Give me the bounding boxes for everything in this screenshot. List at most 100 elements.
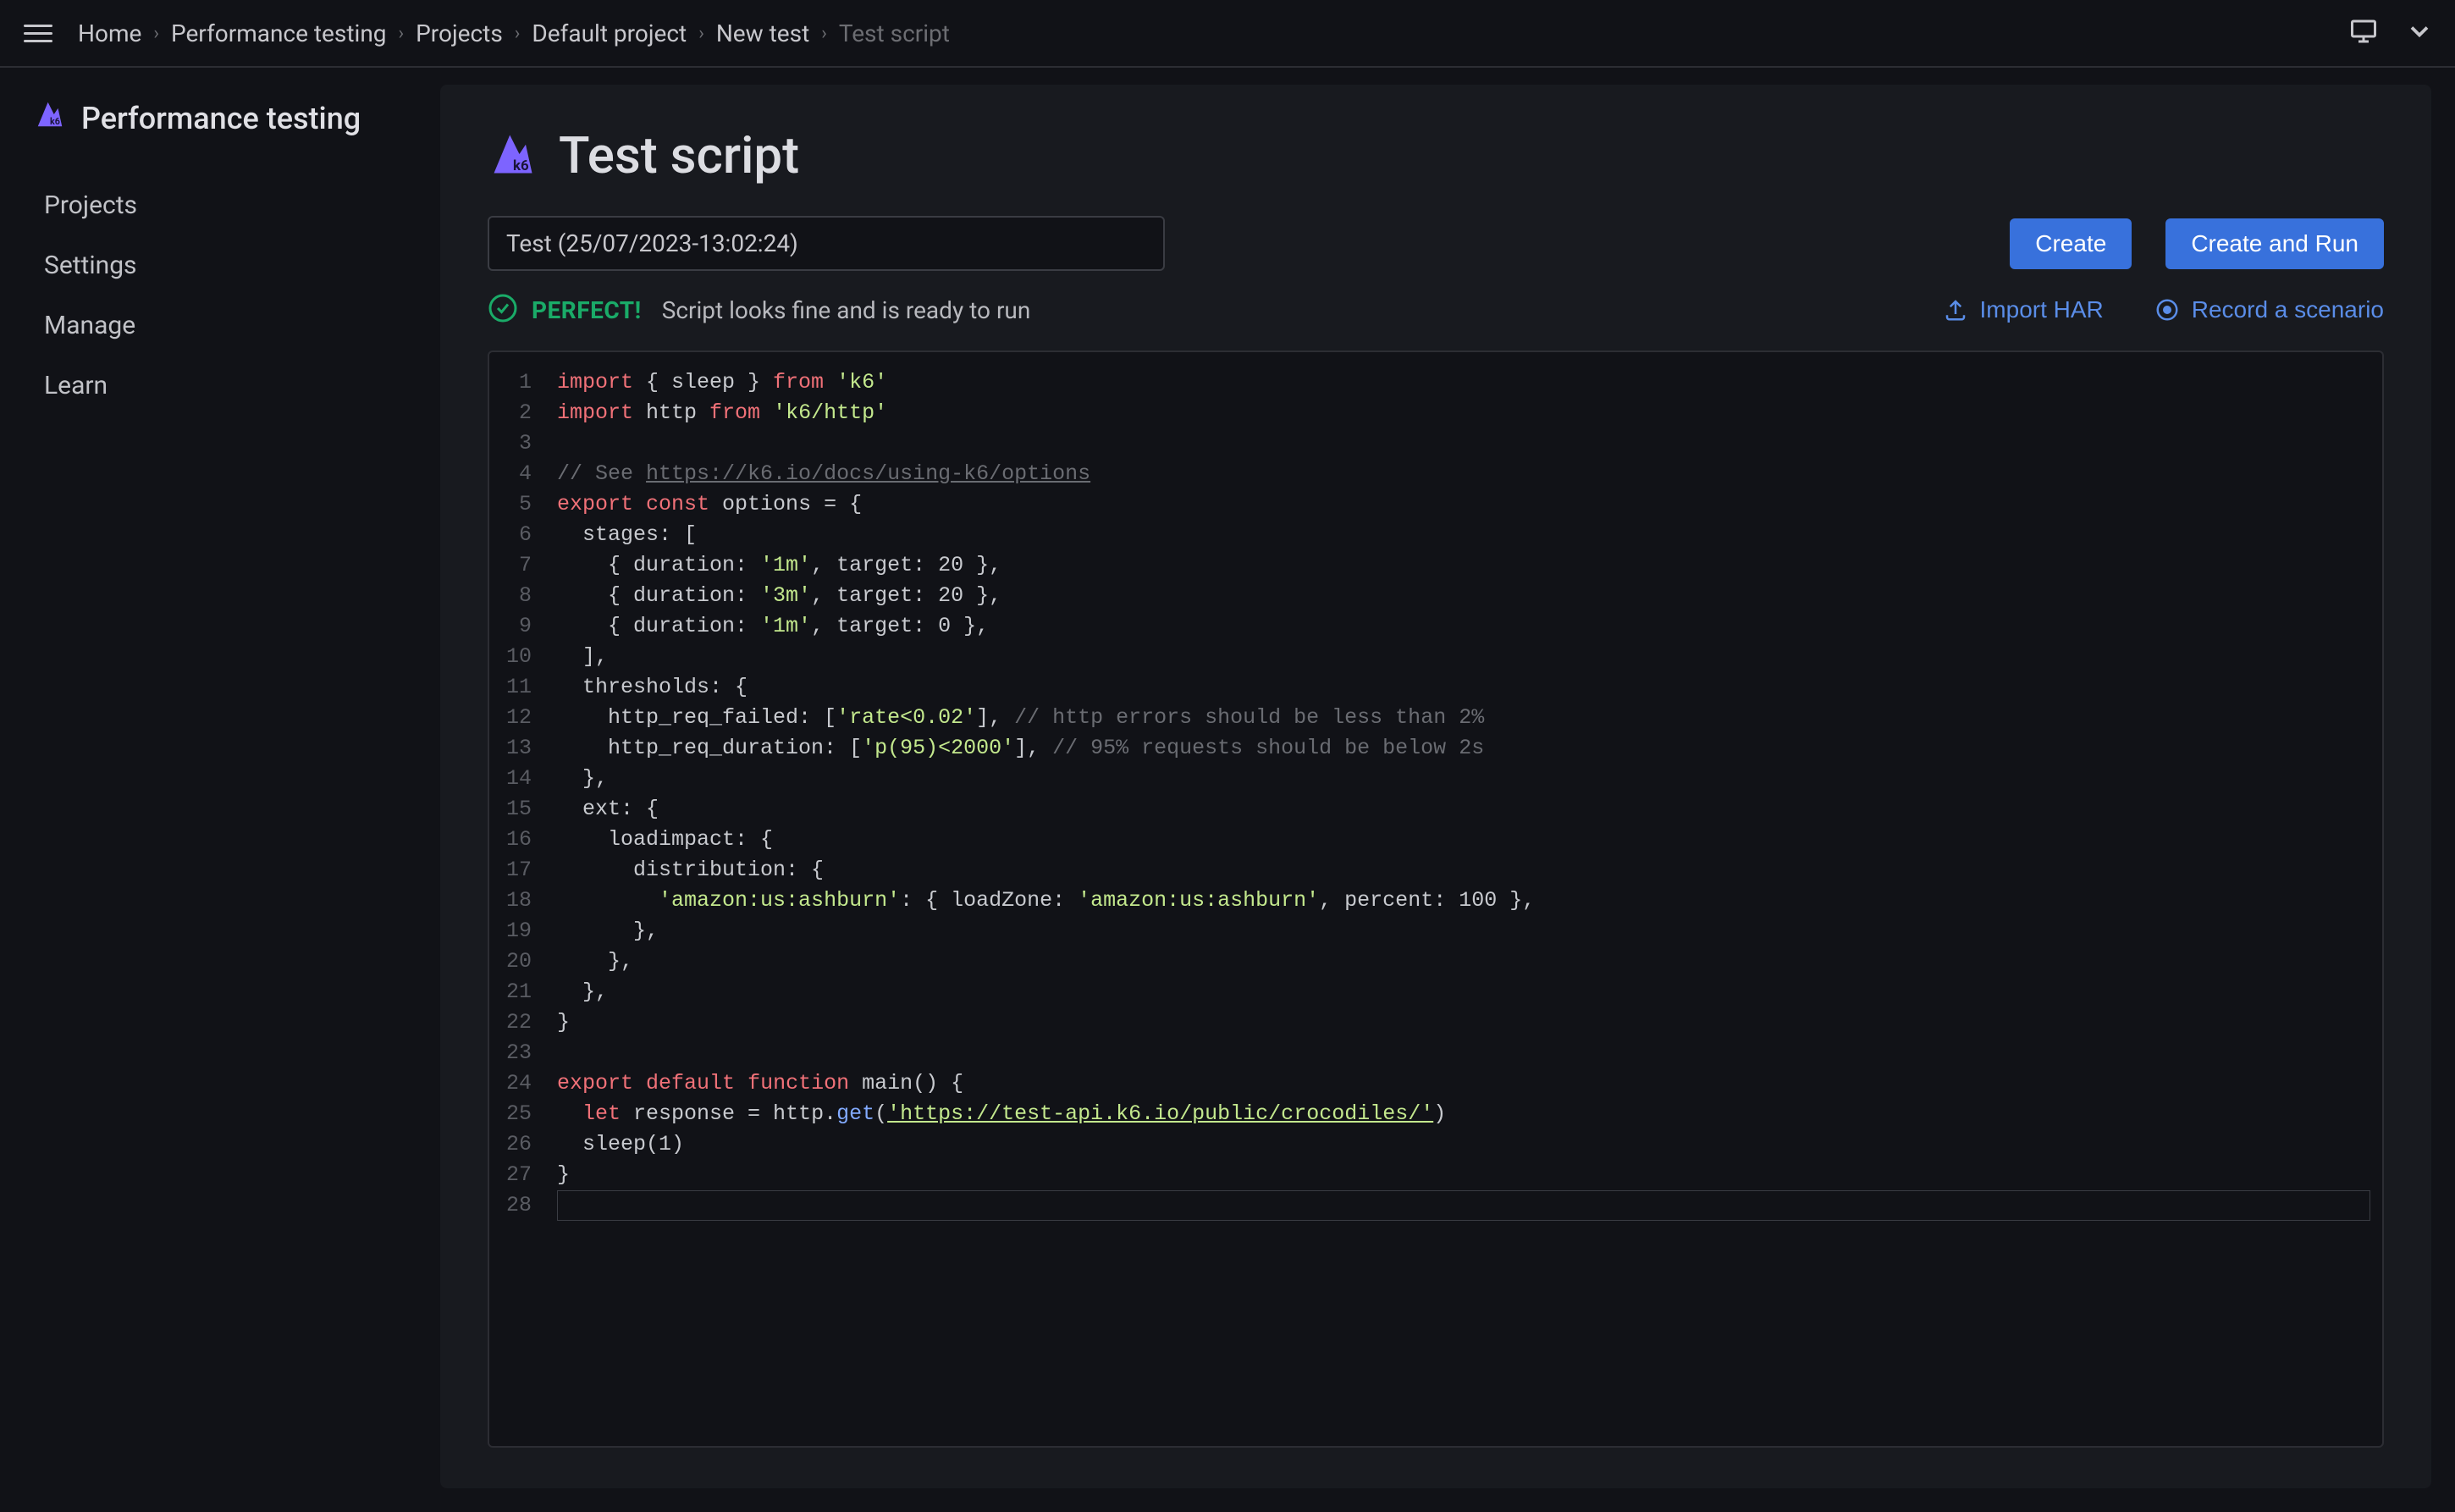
status-right: Import HAR Record a scenario <box>1943 296 2384 323</box>
chevron-right-icon: › <box>399 23 405 44</box>
code-content[interactable]: } <box>557 1007 570 1038</box>
line-number: 24 <box>489 1068 557 1099</box>
code-line[interactable]: 15 ext: { <box>489 794 2382 825</box>
upload-icon <box>1943 297 1968 323</box>
code-line[interactable]: 23 <box>489 1038 2382 1068</box>
crumb-projects[interactable]: Projects <box>416 19 503 47</box>
code-line[interactable]: 24export default function main() { <box>489 1068 2382 1099</box>
code-line[interactable]: 26 sleep(1) <box>489 1129 2382 1160</box>
code-content[interactable]: { duration: '1m', target: 0 }, <box>557 611 989 642</box>
code-line[interactable]: 1import { sleep } from 'k6' <box>489 367 2382 398</box>
monitor-icon[interactable] <box>2348 16 2379 50</box>
code-content[interactable]: loadimpact: { <box>557 825 773 855</box>
sidebar-item-manage[interactable]: Manage <box>34 295 406 356</box>
sidebar-item-settings[interactable]: Settings <box>34 235 406 295</box>
svg-text:k6: k6 <box>50 116 60 127</box>
line-number: 27 <box>489 1160 557 1190</box>
line-number: 19 <box>489 916 557 946</box>
code-line[interactable]: 28 <box>489 1190 2382 1221</box>
sidebar-nav: Projects Settings Manage Learn <box>34 175 406 416</box>
code-content[interactable]: stages: [ <box>557 520 697 550</box>
code-content[interactable]: }, <box>557 946 633 977</box>
code-line[interactable]: 11 thresholds: { <box>489 672 2382 703</box>
k6-logo-icon: k6 <box>34 98 66 138</box>
code-content[interactable]: export const options = { <box>557 489 862 520</box>
code-content[interactable]: }, <box>557 764 608 794</box>
code-line[interactable]: 3 <box>489 428 2382 459</box>
code-content[interactable]: 'amazon:us:ashburn': { loadZone: 'amazon… <box>557 886 1535 916</box>
k6-logo-icon: k6 <box>488 129 538 183</box>
code-content[interactable]: ext: { <box>557 794 659 825</box>
code-content[interactable]: // See https://k6.io/docs/using-k6/optio… <box>557 459 1090 489</box>
code-line[interactable]: 22} <box>489 1007 2382 1038</box>
code-content[interactable]: distribution: { <box>557 855 824 886</box>
topbar-right <box>2348 16 2435 50</box>
code-line[interactable]: 14 }, <box>489 764 2382 794</box>
code-content[interactable]: http_req_failed: ['rate<0.02'], // http … <box>557 703 1484 733</box>
code-content[interactable]: }, <box>557 977 608 1007</box>
crumb-new-test[interactable]: New test <box>716 19 809 47</box>
crumb-perf-testing[interactable]: Performance testing <box>171 19 387 47</box>
code-line[interactable]: 7 { duration: '1m', target: 20 }, <box>489 550 2382 581</box>
line-number: 8 <box>489 581 557 611</box>
line-number: 7 <box>489 550 557 581</box>
code-content[interactable]: export default function main() { <box>557 1068 963 1099</box>
line-number: 17 <box>489 855 557 886</box>
code-line[interactable]: 12 http_req_failed: ['rate<0.02'], // ht… <box>489 703 2382 733</box>
create-button[interactable]: Create <box>2010 218 2132 269</box>
code-content[interactable]: import http from 'k6/http' <box>557 398 887 428</box>
code-line[interactable]: 10 ], <box>489 642 2382 672</box>
import-har-button[interactable]: Import HAR <box>1943 296 2104 323</box>
code-line[interactable]: 4// See https://k6.io/docs/using-k6/opti… <box>489 459 2382 489</box>
sidebar: k6 Performance testing Projects Settings… <box>0 68 440 1512</box>
chevron-right-icon: › <box>698 23 704 44</box>
line-number: 2 <box>489 398 557 428</box>
line-number: 13 <box>489 733 557 764</box>
test-name-input[interactable] <box>488 216 1165 271</box>
page-title: Test script <box>559 125 799 185</box>
code-content[interactable]: import { sleep } from 'k6' <box>557 367 887 398</box>
line-number: 28 <box>489 1190 557 1221</box>
code-line[interactable]: 18 'amazon:us:ashburn': { loadZone: 'ama… <box>489 886 2382 916</box>
svg-text:k6: k6 <box>513 157 529 174</box>
code-line[interactable]: 2import http from 'k6/http' <box>489 398 2382 428</box>
code-line[interactable]: 5export const options = { <box>489 489 2382 520</box>
code-line[interactable]: 13 http_req_duration: ['p(95)<2000'], //… <box>489 733 2382 764</box>
code-content[interactable]: http_req_duration: ['p(95)<2000'], // 95… <box>557 733 1484 764</box>
code-content[interactable]: thresholds: { <box>557 672 748 703</box>
code-content[interactable]: sleep(1) <box>557 1129 684 1160</box>
status-row: PERFECT! Script looks fine and is ready … <box>488 293 2384 327</box>
code-line[interactable]: 21 }, <box>489 977 2382 1007</box>
code-line[interactable]: 19 }, <box>489 916 2382 946</box>
hamburger-menu-icon[interactable] <box>20 15 56 51</box>
code-content[interactable]: } <box>557 1160 570 1190</box>
code-line[interactable]: 20 }, <box>489 946 2382 977</box>
code-line[interactable]: 25 let response = http.get('https://test… <box>489 1099 2382 1129</box>
title-row: k6 Test script <box>488 125 2384 185</box>
code-content[interactable]: ], <box>557 642 608 672</box>
crumb-default-project[interactable]: Default project <box>532 19 687 47</box>
line-number: 26 <box>489 1129 557 1160</box>
create-and-run-button[interactable]: Create and Run <box>2165 218 2384 269</box>
code-content[interactable]: { duration: '3m', target: 20 }, <box>557 581 1001 611</box>
sidebar-item-learn[interactable]: Learn <box>34 356 406 416</box>
code-line[interactable]: 6 stages: [ <box>489 520 2382 550</box>
code-content[interactable]: }, <box>557 916 659 946</box>
topbar-left: Home › Performance testing › Projects › … <box>20 15 950 51</box>
sidebar-item-projects[interactable]: Projects <box>34 175 406 235</box>
code-line[interactable]: 27} <box>489 1160 2382 1190</box>
topbar: Home › Performance testing › Projects › … <box>0 0 2455 68</box>
code-content[interactable]: let response = http.get('https://test-ap… <box>557 1099 1446 1129</box>
status-message: Script looks fine and is ready to run <box>662 296 1031 324</box>
code-editor[interactable]: 1import { sleep } from 'k6'2import http … <box>488 350 2384 1448</box>
record-scenario-button[interactable]: Record a scenario <box>2154 296 2384 323</box>
crumb-home[interactable]: Home <box>78 19 141 47</box>
code-line[interactable]: 17 distribution: { <box>489 855 2382 886</box>
record-scenario-label: Record a scenario <box>2192 296 2384 323</box>
code-line[interactable]: 9 { duration: '1m', target: 0 }, <box>489 611 2382 642</box>
code-content[interactable]: { duration: '1m', target: 20 }, <box>557 550 1001 581</box>
breadcrumb: Home › Performance testing › Projects › … <box>78 19 950 47</box>
code-line[interactable]: 16 loadimpact: { <box>489 825 2382 855</box>
code-line[interactable]: 8 { duration: '3m', target: 20 }, <box>489 581 2382 611</box>
chevron-down-icon[interactable] <box>2404 16 2435 50</box>
